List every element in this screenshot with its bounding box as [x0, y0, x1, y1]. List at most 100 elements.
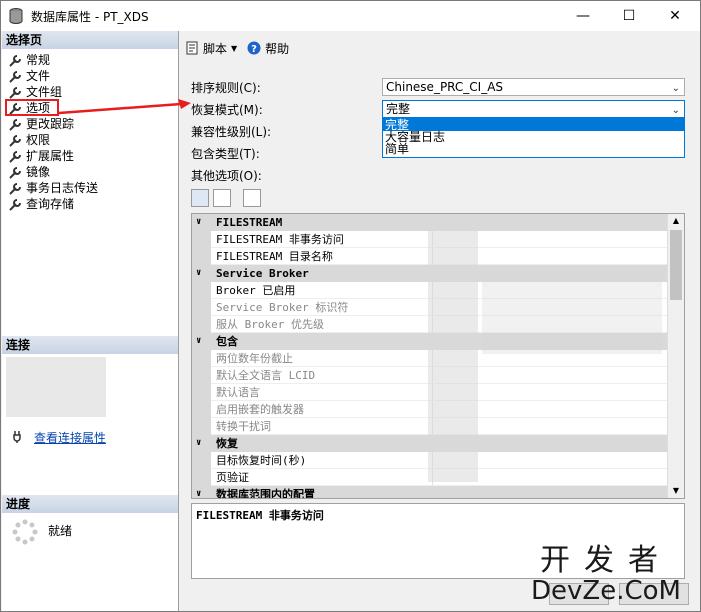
grid-category-row[interactable]: ∨ 数据库范围内的配置 — [192, 486, 669, 499]
view-connection-properties-link[interactable]: 查看连接属性 — [34, 429, 106, 446]
nav-item-query-store[interactable]: 查询存储 — [8, 196, 74, 212]
nav-item-mirroring[interactable]: 镜像 — [8, 164, 50, 180]
svg-text:?: ? — [251, 44, 257, 55]
scroll-up-icon[interactable]: ▲ — [668, 214, 684, 228]
grid-row-name: 两位数年份截止 — [216, 352, 293, 365]
property-pages-icon[interactable] — [243, 189, 261, 207]
wrench-icon — [9, 198, 21, 211]
grid-row-name: 转换干扰词 — [216, 420, 271, 433]
wrench-icon — [9, 54, 21, 67]
grid-row-margin — [192, 418, 211, 435]
collation-select[interactable]: Chinese_PRC_CI_AS ⌄ — [382, 78, 685, 96]
grid-row-name: 目标恢复时间(秒) — [216, 454, 307, 467]
grid-row-name: FILESTREAM 目录名称 — [216, 250, 333, 263]
grid-row-name: Service Broker — [216, 267, 309, 280]
database-icon — [9, 8, 23, 24]
window-title: 数据库属性 - PT_XDS — [31, 10, 149, 24]
blurred-connection-info — [6, 357, 106, 417]
scrollbar-thumb[interactable] — [670, 230, 682, 300]
help-icon: ? — [247, 41, 261, 55]
watermark-line2: DevZe.CoM — [531, 576, 681, 606]
grid-row-name: 服从 Broker 优先级 — [216, 318, 324, 331]
close-button[interactable]: ✕ — [652, 1, 698, 31]
scroll-down-icon[interactable]: ▼ — [668, 484, 684, 498]
options-highlight-box — [5, 99, 59, 116]
wrench-icon — [9, 182, 21, 195]
grid-row-margin — [192, 248, 211, 265]
nav-item-files[interactable]: 文件 — [8, 68, 50, 84]
grid-row-margin — [192, 401, 211, 418]
grid-row-name: 默认全文语言 LCID — [216, 369, 316, 382]
recovery-model-select[interactable]: 完整 ⌄ — [382, 100, 685, 118]
grid-row-name: Service Broker 标识符 — [216, 301, 349, 314]
plug-icon — [13, 431, 21, 443]
database-properties-window: 数据库属性 - PT_XDS — ☐ ✕ 选择页 常规 文件 文件组 选项 更改… — [0, 0, 701, 612]
wrench-icon — [9, 150, 21, 163]
toolbar: 脚本 ▼ ? 帮助 — [185, 39, 289, 57]
grid-row-name: 包含 — [216, 335, 238, 348]
wrench-icon — [9, 166, 21, 179]
blurred-values — [428, 228, 478, 482]
left-panel: 选择页 常规 文件 文件组 选项 更改跟踪 权限 扩展属性 镜像 事务日志传送 … — [2, 31, 179, 611]
nav-item-log-shipping[interactable]: 事务日志传送 — [8, 180, 98, 196]
chevron-down-icon: ⌄ — [671, 105, 680, 116]
wrench-icon — [9, 134, 21, 147]
wrench-icon — [9, 86, 21, 99]
nav-item-filegroups[interactable]: 文件组 — [8, 84, 62, 100]
grid-row-margin — [192, 452, 211, 469]
expand-icon[interactable]: ∨ — [196, 486, 201, 498]
connection-header: 连接 — [2, 336, 178, 354]
script-icon — [186, 41, 198, 55]
grid-row-margin — [192, 367, 211, 384]
chevron-down-icon: ▼ — [231, 43, 238, 53]
grid-row-margin — [192, 384, 211, 401]
grid-toolbar — [191, 189, 261, 207]
chevron-down-icon: ⌄ — [671, 83, 680, 94]
expand-icon[interactable]: ∨ — [196, 265, 201, 282]
compatibility-level-label: 兼容性级别(L): — [191, 125, 272, 139]
grid-row-margin — [192, 299, 211, 316]
watermark: 开发者 DevZe.CoM — [521, 543, 691, 606]
recovery-option-bulk-logged[interactable]: 大容量日志 — [383, 131, 684, 143]
grid-scrollbar[interactable]: ▲ ▼ — [667, 214, 684, 498]
grid-row-margin — [192, 469, 211, 486]
wrench-icon — [9, 70, 21, 83]
description-title: FILESTREAM 非事务访问 — [196, 509, 324, 522]
recovery-model-label: 恢复模式(M): — [191, 103, 263, 117]
title-bar: 数据库属性 - PT_XDS — ☐ ✕ — [1, 1, 700, 31]
nav-item-change-tracking[interactable]: 更改跟踪 — [8, 116, 74, 132]
nav-item-permissions[interactable]: 权限 — [8, 132, 50, 148]
other-options-label: 其他选项(O): — [191, 169, 262, 183]
grid-row-margin — [192, 316, 211, 333]
grid-row-name: 默认语言 — [216, 386, 260, 399]
watermark-line1: 开发者 — [540, 543, 672, 578]
grid-row-name: 页验证 — [216, 471, 249, 484]
recovery-option-simple[interactable]: 简单 — [383, 143, 684, 155]
nav-item-extended-properties[interactable]: 扩展属性 — [8, 148, 74, 164]
grid-row-name: FILESTREAM 非事务访问 — [216, 233, 344, 246]
grid-row-margin — [192, 282, 211, 299]
grid-row-margin — [192, 350, 211, 367]
categorized-icon[interactable] — [191, 189, 209, 207]
expand-icon[interactable]: ∨ — [196, 214, 201, 231]
grid-row-margin — [192, 231, 211, 248]
help-button[interactable]: ? 帮助 — [247, 40, 289, 57]
expand-icon[interactable]: ∨ — [196, 333, 201, 350]
grid-row-name: 启用嵌套的触发器 — [216, 403, 304, 416]
sort-alphabetical-icon[interactable] — [213, 189, 231, 207]
expand-icon[interactable]: ∨ — [196, 435, 201, 452]
grid-row-name: 恢复 — [216, 437, 238, 450]
grid-row-name: 数据库范围内的配置 — [216, 488, 315, 499]
progress-status: 就绪 — [48, 524, 73, 538]
wrench-icon — [9, 118, 21, 131]
recovery-model-dropdown: 完整 大容量日志 简单 — [382, 118, 685, 158]
right-panel: 脚本 ▼ ? 帮助 排序规则(C): Chinese_PRC_CI_AS ⌄ 恢… — [179, 31, 699, 611]
script-button[interactable]: 脚本 ▼ — [185, 40, 237, 57]
progress-header: 进度 — [2, 495, 178, 513]
nav-item-general[interactable]: 常规 — [8, 52, 50, 68]
spinner-icon — [12, 519, 38, 545]
maximize-button[interactable]: ☐ — [606, 1, 652, 31]
minimize-button[interactable]: — — [560, 1, 606, 31]
containment-type-label: 包含类型(T): — [191, 147, 260, 161]
collation-label: 排序规则(C): — [191, 81, 261, 95]
